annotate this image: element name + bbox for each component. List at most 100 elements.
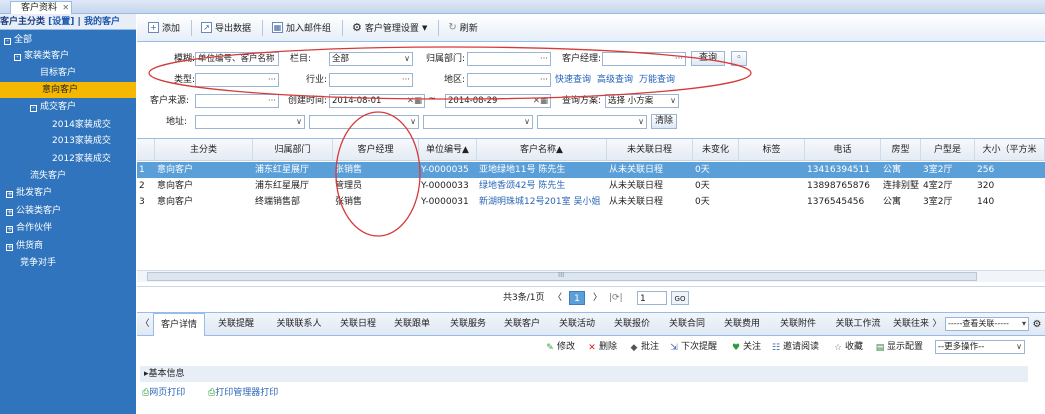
column-header[interactable]: 未变化 <box>693 139 739 161</box>
delete-button[interactable]: ✕ 删除 <box>587 340 617 354</box>
sidebar-item[interactable]: - 全部 <box>4 32 32 48</box>
sidebar-item[interactable]: + 公装类客户 <box>6 203 61 219</box>
column-header[interactable]: 客户经理 <box>333 139 419 161</box>
sidebar-item[interactable]: 流失客户 <box>30 168 66 184</box>
expand-icon[interactable]: + <box>6 226 13 233</box>
district-select[interactable]: ∨ <box>423 115 533 129</box>
sidebar-item[interactable]: + 供货商 <box>6 238 43 254</box>
close-icon[interactable]: ✕ <box>62 2 69 14</box>
table-row[interactable]: 2 意向客户 浦东红星展厅 管理员 Y-0000033 绿地香颂42号 陈先生 从未关联日程… <box>137 178 1045 194</box>
column-header[interactable]: 客户名称▲ <box>477 139 607 161</box>
basic-info-section[interactable]: ▸基本信息 <box>140 366 1028 382</box>
sidebar-item[interactable]: - 成交客户 <box>30 99 76 115</box>
detail-tab[interactable]: 关联服务 <box>441 313 495 336</box>
sidebar-item[interactable]: 2014家装成交 <box>52 117 111 133</box>
detail-tab[interactable]: 关联联系人 <box>267 313 331 336</box>
collapse-icon[interactable]: - <box>14 54 21 61</box>
next-remind-button[interactable]: ⇲ 下次提醒 <box>669 340 717 354</box>
sidebar-item[interactable]: + 合作伙伴 <box>6 220 52 236</box>
detail-tab[interactable]: 客户详情 <box>153 313 205 336</box>
expand-icon[interactable]: + <box>6 209 13 216</box>
date-to-input[interactable]: 2014-08-29 ✕▦ <box>445 94 551 108</box>
detail-tab[interactable]: 关联客户 <box>495 313 549 336</box>
settings-small-button[interactable]: ◦ <box>731 51 747 66</box>
detail-tab[interactable]: 关联附件 <box>771 313 825 336</box>
current-page[interactable]: 1 <box>569 291 585 305</box>
detail-tab[interactable]: 关联报价 <box>605 313 659 336</box>
city-select[interactable]: ∨ <box>309 115 419 129</box>
industry-input[interactable]: ··· <box>329 73 413 87</box>
detail-tab[interactable]: 关联日程 <box>333 313 383 336</box>
advanced-query-link[interactable]: 高级查询 <box>597 73 633 87</box>
table-row[interactable]: 1 意向客户 浦东红星展厅 张销售 Y-0000035 亚地绿地11号 陈先生 从未关联日程… <box>137 162 1045 178</box>
source-input[interactable]: ··· <box>195 94 279 108</box>
favorite-button[interactable]: ☆ 收藏 <box>833 340 863 354</box>
more-icon[interactable]: ··· <box>675 53 683 65</box>
column-header[interactable]: 大小（平方米 <box>975 139 1045 161</box>
detail-tab[interactable]: 关联活动 <box>551 313 603 336</box>
query-button[interactable]: 查询 <box>691 51 725 66</box>
collapse-icon[interactable]: - <box>4 38 11 45</box>
clear-button[interactable]: 清除 <box>651 114 677 129</box>
fuzzy-search-input[interactable]: 单位编号、客户名称 <box>195 52 279 66</box>
department-input[interactable]: ··· <box>467 52 551 66</box>
settings-link[interactable]: [设置] <box>48 17 74 27</box>
universal-query-link[interactable]: 万能查询 <box>639 73 675 87</box>
more-icon[interactable]: ··· <box>540 53 548 65</box>
column-header[interactable]: 电话 <box>805 139 881 161</box>
expand-icon[interactable]: + <box>6 244 13 251</box>
detail-tab[interactable]: 关联往来 <box>891 313 931 336</box>
detail-tab[interactable]: 关联提醒 <box>207 313 265 336</box>
more-actions-select[interactable]: --更多操作-- ∨ <box>935 340 1025 354</box>
my-customers-link[interactable]: 我的客户 <box>84 17 120 27</box>
export-button[interactable]: ↗ 导出数据 <box>196 19 256 37</box>
refresh-icon[interactable]: |⟳| <box>609 291 623 305</box>
calendar-icon[interactable]: ✕▦ <box>533 95 548 107</box>
table-cell[interactable]: 绿地香颂42号 陈先生 <box>477 178 607 194</box>
related-view-select[interactable]: -----查看关联----- ▾ <box>945 317 1029 331</box>
quick-query-link[interactable]: 快速查询 <box>555 73 591 87</box>
table-cell[interactable]: 亚地绿地11号 陈先生 <box>477 162 607 178</box>
collapse-icon[interactable]: - <box>30 105 37 112</box>
manager-input[interactable]: ··· <box>602 52 686 66</box>
column-header[interactable]: 单位编号▲ <box>419 139 477 161</box>
detail-tab[interactable]: 关联跟单 <box>385 313 439 336</box>
add-button[interactable]: + 添加 <box>143 19 185 37</box>
column-select[interactable]: 全部 ∨ <box>329 52 413 66</box>
more-icon[interactable]: ··· <box>402 74 410 86</box>
calendar-icon[interactable]: ✕▦ <box>407 95 422 107</box>
scrollbar-thumb[interactable]: III <box>147 271 977 281</box>
horizontal-scrollbar[interactable]: III <box>137 270 1045 282</box>
sidebar-item[interactable]: + 批发客户 <box>6 185 52 201</box>
sidebar-item[interactable]: 2013家装成交 <box>52 133 111 149</box>
tabs-next-icon[interactable]: 〉 <box>931 313 943 336</box>
table-cell[interactable]: 新湖明珠城12号201室 吴小姐 <box>477 194 607 210</box>
region-input[interactable]: ··· <box>467 73 551 87</box>
detail-tab[interactable]: 关联费用 <box>715 313 769 336</box>
approve-button[interactable]: ◆ 批注 <box>629 340 659 354</box>
column-header[interactable]: 未关联日程 <box>607 139 693 161</box>
type-input[interactable]: ··· <box>195 73 279 87</box>
more-icon[interactable]: ··· <box>268 74 276 86</box>
column-header[interactable]: 户型是 <box>921 139 975 161</box>
province-select[interactable]: ∨ <box>195 115 305 129</box>
next-page-button[interactable]: 〉 <box>593 291 602 305</box>
column-header[interactable]: 归属部门 <box>253 139 333 161</box>
go-button[interactable]: GO <box>671 291 689 305</box>
tab-customer-data[interactable]: 客户资料 ✕ <box>10 1 73 14</box>
expand-icon[interactable]: + <box>6 191 13 198</box>
sidebar-item[interactable]: - 家装类客户 <box>14 48 69 64</box>
table-row[interactable]: 3 意向客户 终端销售部 张销售 Y-0000031 新湖明珠城12号201室 吴小姐 从未… <box>137 194 1045 210</box>
detail-tab[interactable]: 关联合同 <box>661 313 713 336</box>
follow-button[interactable]: ♥ 关注 <box>731 340 761 354</box>
sidebar-item[interactable]: 目标客户 <box>40 65 76 81</box>
more-icon[interactable]: ··· <box>268 95 276 107</box>
edit-button[interactable]: ✎ 修改 <box>545 340 575 354</box>
sidebar-item[interactable]: 意向客户 <box>0 82 136 98</box>
sidebar-item[interactable]: 竞争对手 <box>20 255 56 271</box>
invite-read-button[interactable]: ☷ 邀请阅读 <box>771 340 819 354</box>
add-mail-group-button[interactable]: ▦ 加入邮件组 <box>267 19 336 37</box>
column-header[interactable]: 房型 <box>881 139 921 161</box>
column-header[interactable]: 标签 <box>739 139 805 161</box>
column-header[interactable]: 主分类 <box>155 139 253 161</box>
